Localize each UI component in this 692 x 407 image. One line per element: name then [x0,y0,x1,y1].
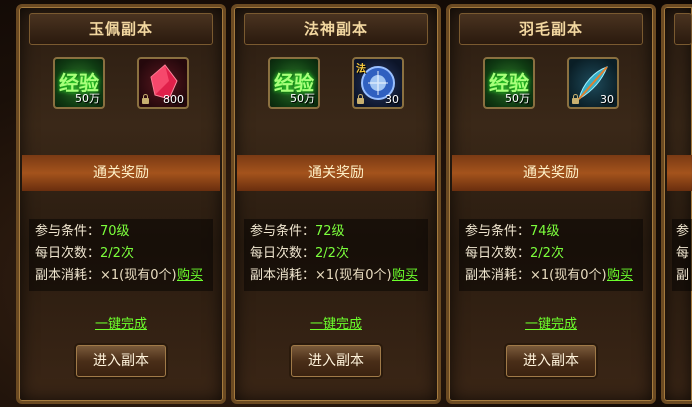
info-panel: 参 每 副 [672,219,692,291]
lock-icon [572,94,579,104]
card-title: 玉佩副本 [29,13,213,45]
dungeon-card-partial: 参 每 副 [661,4,692,404]
buy-link[interactable]: 购买 [607,267,633,285]
exp-reward-slot[interactable]: 经验 50万 [483,57,535,109]
item-reward-slot[interactable]: 800 [137,57,189,109]
card-title: 法神副本 [244,13,428,45]
clear-reward-banner: 通关奖励 [452,155,650,191]
lock-icon [142,94,149,104]
dungeon-card-mage: 法神副本 经验 50万 法 30 通关奖励 参与条件：72级 每日次数：2/2次… [231,4,441,404]
item-reward-qty: 30 [600,93,614,106]
daily-count-row: 每 [676,246,690,261]
enter-dungeon-button[interactable]: 进入副本 [506,345,596,377]
item-reward-slot[interactable]: 法 30 [352,57,404,109]
daily-count-row: 每日次数：2/2次 [250,246,349,261]
daily-count-row: 每日次数：2/2次 [35,246,134,261]
item-reward-slot[interactable]: 30 [567,57,619,109]
exp-reward-slot[interactable]: 经验 50万 [53,57,105,109]
exp-reward-qty: 50万 [290,92,315,105]
buy-link[interactable]: 购买 [177,267,203,285]
one-key-complete-link[interactable]: 一键完成 [449,313,653,332]
daily-count-row: 每日次数：2/2次 [465,246,564,261]
cost-row: 副 [676,268,690,283]
one-key-complete-link[interactable]: 一键完成 [234,313,438,332]
requirement-row: 参 [676,224,690,239]
dungeon-card-feather: 羽毛副本 经验 50万 30 通关奖励 参与条件：74级 每日次数：2/2次 副… [446,4,656,404]
card-title [674,13,692,45]
enter-dungeon-button[interactable]: 进入副本 [76,345,166,377]
cost-row: 副本消耗：×1(现有0个) [35,268,177,283]
clear-reward-banner: 通关奖励 [22,155,220,191]
info-panel: 参与条件：72级 每日次数：2/2次 副本消耗：×1(现有0个) 购买 [244,219,428,291]
item-reward-qty: 800 [163,93,184,106]
item-reward-qty: 30 [385,93,399,106]
info-panel: 参与条件：70级 每日次数：2/2次 副本消耗：×1(现有0个) 购买 [29,219,213,291]
dungeon-card-jade: 玉佩副本 经验 50万 800 通关奖励 参与条件：70级 每日次数：2/2次 … [16,4,226,404]
buy-link[interactable]: 购买 [392,267,418,285]
clear-reward-banner [667,155,692,191]
card-title: 羽毛副本 [459,13,643,45]
requirement-row: 参与条件：74级 [465,224,560,239]
cost-row: 副本消耗：×1(现有0个) [250,268,392,283]
exp-reward-qty: 50万 [505,92,530,105]
cost-row: 副本消耗：×1(现有0个) [465,268,607,283]
requirement-row: 参与条件：70级 [35,224,130,239]
one-key-complete-link[interactable]: 一键完成 [19,313,223,332]
exp-reward-qty: 50万 [75,92,100,105]
item-tag: 法 [356,64,366,75]
lock-icon [357,94,364,104]
exp-reward-slot[interactable]: 经验 50万 [268,57,320,109]
requirement-row: 参与条件：72级 [250,224,345,239]
info-panel: 参与条件：74级 每日次数：2/2次 副本消耗：×1(现有0个) 购买 [459,219,643,291]
enter-dungeon-button[interactable]: 进入副本 [291,345,381,377]
clear-reward-banner: 通关奖励 [237,155,435,191]
